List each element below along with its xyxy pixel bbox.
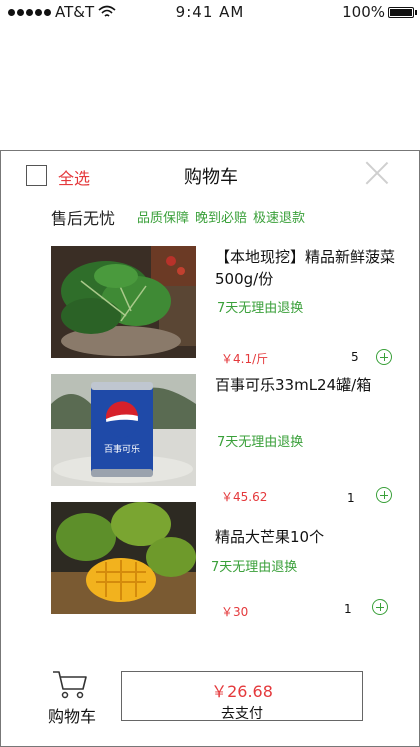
close-icon[interactable] [365,161,389,185]
service-tag-late-compensation: 晚到必赔 [195,211,248,226]
pay-label: 去支付 [221,706,263,722]
battery-icon [388,6,417,18]
cart-item[interactable]: 精品大芒果10个 7天无理由退换 ￥30 1 [51,502,401,619]
battery-level [390,8,412,16]
battery-percent: 100% [342,3,385,21]
cart-panel: 全选 购物车 售后无忧 品质保障 晚到必赔 极速退款 【本地现挖】精品新鲜菠菜5 [0,150,420,747]
shopping-cart-icon[interactable] [51,669,89,701]
can-label-text: 百事可乐 [104,443,140,455]
product-image-pepsi[interactable]: 百事可乐 [51,374,196,486]
quantity-value: 5 [351,350,359,364]
cart-item[interactable]: 【本地现挖】精品新鲜菠菜500g/份 7天无理由退换 ￥4.1/斤 5 [51,246,401,366]
plus-icon[interactable] [376,349,392,365]
product-image-spinach[interactable] [51,246,196,358]
product-price: ￥4.1/斤 [221,352,269,366]
status-right: 100% [342,3,417,21]
product-price: ￥30 [221,605,249,619]
service-tag-fast-refund: 极速退款 [253,211,306,226]
checkout-button[interactable]: ￥26.68 去支付 [121,671,363,722]
product-name[interactable]: 【本地现挖】精品新鲜菠菜500g/份 [215,246,395,290]
total-price: ￥26.68 [211,682,273,701]
return-policy: 7天无理由退换 [211,560,298,575]
return-policy: 7天无理由退换 [217,301,304,316]
plus-icon[interactable] [376,487,392,503]
quantity-value: 1 [344,602,352,616]
product-name[interactable]: 精品大芒果10个 [215,526,395,548]
return-policy: 7天无理由退换 [217,435,304,450]
service-title: 售后无忧 [51,209,116,228]
service-tag-quality: 品质保障 [137,211,190,226]
product-name[interactable]: 百事可乐33mL24罐/箱 [215,374,395,396]
status-bar: AT&T 9:41 AM 100% [0,0,420,24]
service-tags: 品质保障 晚到必赔 极速退款 [137,207,305,226]
cart-label[interactable]: 购物车 [48,703,96,727]
cart-item[interactable]: 百事可乐 百事可乐33mL24罐/箱 7天无理由退换 ￥45.62 1 [51,374,401,505]
product-image-mango[interactable] [51,502,196,614]
page-title: 购物车 [184,167,238,188]
plus-icon[interactable] [372,599,388,615]
